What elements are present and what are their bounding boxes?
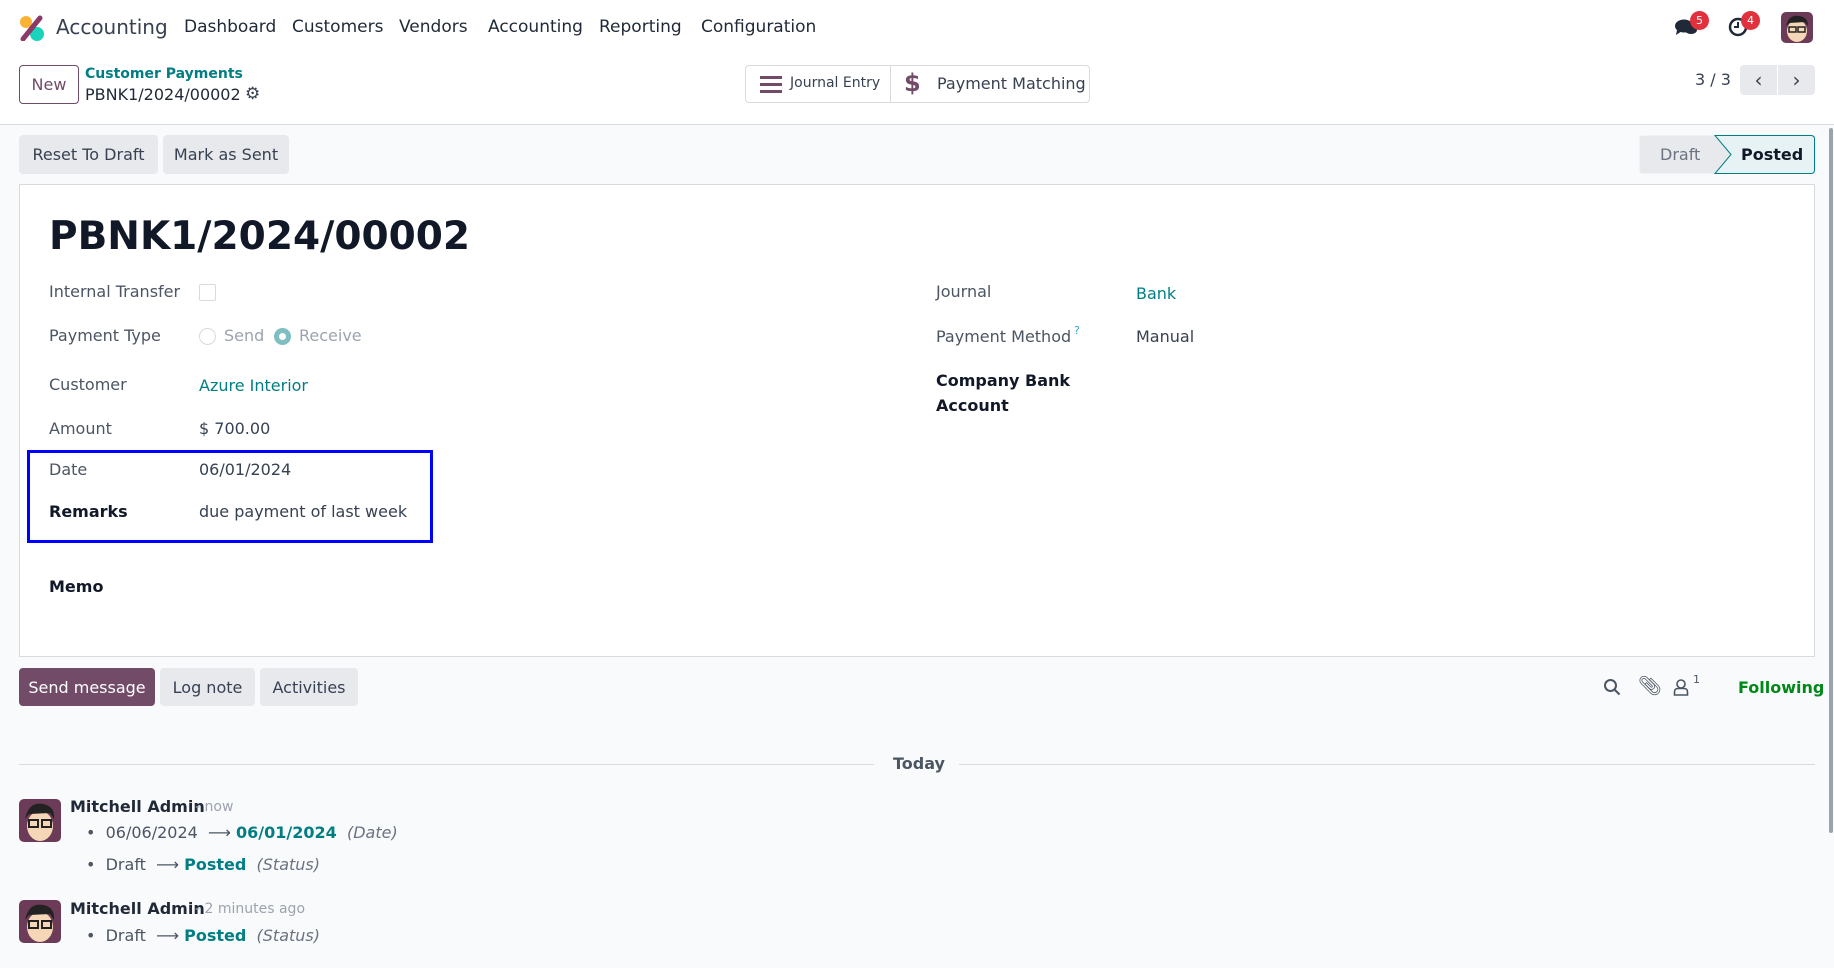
search-icon[interactable]: [1603, 678, 1621, 696]
divider: [19, 764, 874, 765]
pager-next-button[interactable]: ›: [1778, 65, 1815, 95]
remarks-value: due payment of last week: [199, 502, 408, 521]
company-bank-account-label: Company Bank Account: [936, 371, 1071, 415]
send-label: Send: [224, 326, 265, 345]
menu-vendors[interactable]: Vendors: [399, 17, 468, 37]
record-title: PBNK1/2024/00002: [49, 214, 471, 259]
date-value: 06/01/2024: [199, 460, 292, 479]
pager-value[interactable]: 3 / 3: [1695, 70, 1731, 89]
dollar-icon: $: [904, 69, 921, 97]
receive-label: Receive: [299, 326, 362, 345]
payment-method-value: Manual: [1136, 327, 1195, 346]
internal-transfer-label: Internal Transfer: [49, 282, 181, 301]
help-icon[interactable]: ?: [1074, 324, 1080, 337]
scrollbar[interactable]: [1829, 128, 1833, 833]
menu-accounting[interactable]: Accounting: [488, 17, 583, 37]
activities-badge: 4: [1741, 11, 1760, 30]
message-author[interactable]: Mitchell Admin: [70, 899, 205, 918]
send-message-button[interactable]: Send message: [19, 668, 155, 706]
menu-configuration[interactable]: Configuration: [701, 17, 816, 37]
followers-count: 1: [1693, 673, 1700, 686]
app-name[interactable]: Accounting: [56, 15, 168, 39]
memo-label: Memo: [49, 577, 104, 596]
date-separator: Today: [893, 754, 945, 773]
smart-buttons: Journal Entry $ Payment Matching: [745, 65, 1090, 103]
date-label: Date: [49, 460, 88, 479]
breadcrumb-current-record: PBNK1/2024/00002: [85, 85, 241, 104]
messages-badge: 5: [1690, 11, 1709, 30]
remarks-label: Remarks: [49, 502, 128, 521]
user-avatar[interactable]: [1781, 12, 1813, 43]
mark-as-sent-button[interactable]: Mark as Sent: [163, 135, 289, 174]
journal-label: Journal: [936, 282, 992, 301]
journal-entry-button[interactable]: Journal Entry: [746, 66, 891, 102]
payment-method-label: Payment Method: [936, 327, 1072, 346]
following-button[interactable]: Following: [1738, 678, 1824, 697]
activities-button[interactable]: Activities: [260, 668, 358, 706]
pager-previous-button[interactable]: ‹: [1740, 65, 1777, 95]
internal-transfer-checkbox[interactable]: [199, 284, 216, 301]
log-note-button[interactable]: Log note: [160, 668, 255, 706]
payment-matching-button[interactable]: $ Payment Matching: [892, 66, 1090, 102]
journal-link[interactable]: Bank: [1136, 284, 1176, 303]
paperclip-icon[interactable]: 📎︎: [1638, 674, 1662, 697]
new-button[interactable]: New: [19, 65, 79, 104]
followers-icon[interactable]: [1673, 678, 1689, 696]
top-bar: Accounting Dashboard Customers Vendors A…: [0, 0, 1834, 125]
menu-customers[interactable]: Customers: [292, 17, 383, 37]
receive-radio[interactable]: [274, 328, 291, 345]
message-time: - now: [195, 799, 234, 815]
amount-value: $ 700.00: [199, 419, 271, 438]
customer-link[interactable]: Azure Interior: [199, 376, 308, 395]
tracking-change: • 06/06/2024 ⟶ 06/01/2024 (Date): [86, 823, 398, 842]
reset-to-draft-button[interactable]: Reset To Draft: [19, 135, 158, 174]
status-bar: Draft Posted: [1639, 135, 1815, 174]
customer-label: Customer: [49, 375, 127, 394]
tracking-change: • Draft ⟶ Posted (Status): [86, 926, 320, 945]
send-radio[interactable]: [199, 328, 216, 345]
author-avatar[interactable]: [19, 799, 61, 842]
menu-reporting[interactable]: Reporting: [599, 17, 682, 37]
amount-label: Amount: [49, 419, 112, 438]
tracking-change: • Draft ⟶ Posted (Status): [86, 855, 320, 874]
payment-type-label: Payment Type: [49, 326, 161, 345]
gear-icon[interactable]: ⚙: [245, 84, 260, 104]
breadcrumb-customer-payments[interactable]: Customer Payments: [85, 66, 243, 82]
divider: [959, 764, 1815, 765]
app-logo-icon[interactable]: [19, 15, 45, 41]
message-author[interactable]: Mitchell Admin: [70, 797, 205, 816]
menu-dashboard[interactable]: Dashboard: [184, 17, 276, 37]
message-time: - 2 minutes ago: [195, 901, 306, 917]
author-avatar[interactable]: [19, 900, 61, 943]
list-icon: [760, 76, 782, 93]
stage-draft[interactable]: Draft: [1660, 145, 1700, 164]
stage-posted[interactable]: Posted: [1741, 145, 1803, 164]
